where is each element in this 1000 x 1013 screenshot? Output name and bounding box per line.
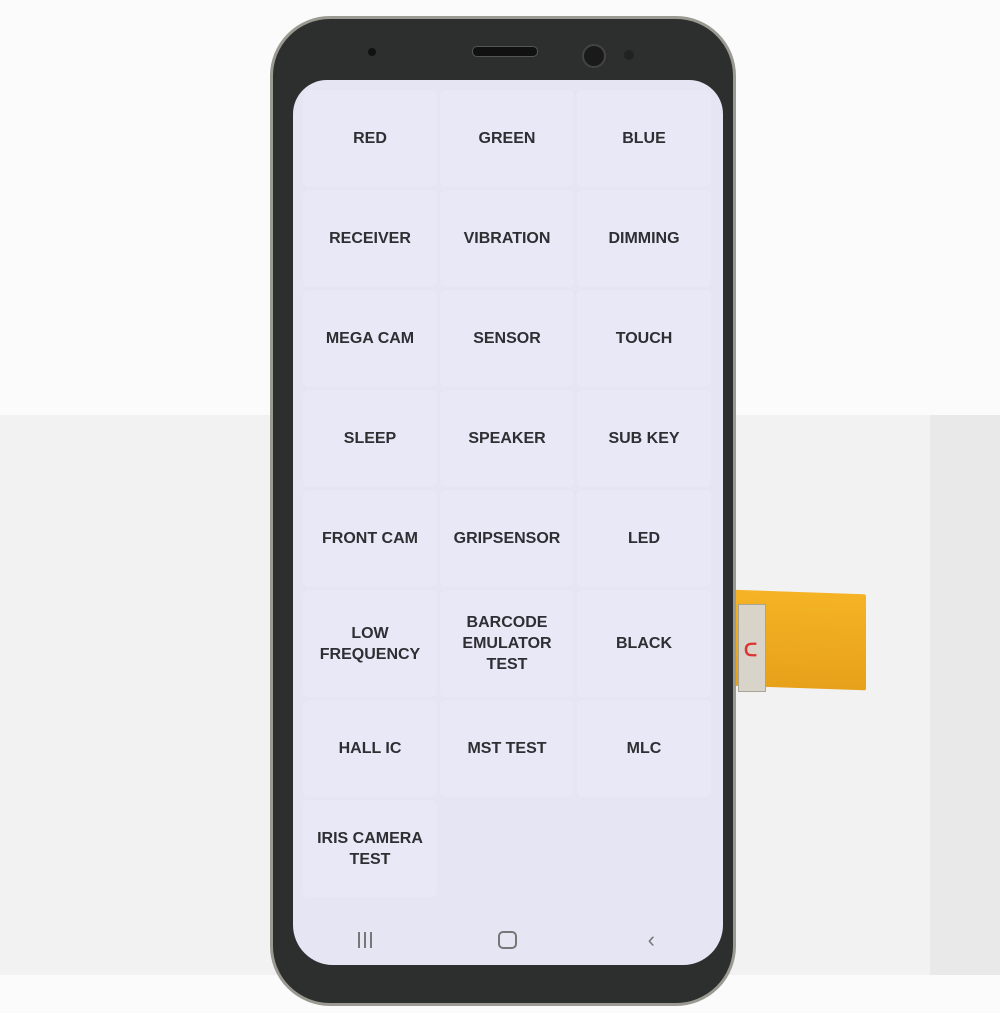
screen: RED GREEN BLUE RECEIVER VIBRATION DIMMING MEGA…	[293, 80, 723, 965]
test-tile-front-cam[interactable]: FRONT CAM	[303, 490, 437, 587]
test-tile-sleep[interactable]: SLEEP	[303, 390, 437, 487]
test-tile-sensor[interactable]: SENSOR	[440, 290, 574, 387]
test-tile-mega-cam[interactable]: MEGA CAM	[303, 290, 437, 387]
back-button[interactable]: ‹	[631, 925, 671, 955]
back-icon: ‹	[647, 927, 655, 952]
test-tile-black[interactable]: BLACK	[577, 590, 711, 697]
test-tile-dimming[interactable]: DIMMING	[577, 190, 711, 287]
test-tile-red[interactable]: RED	[303, 90, 437, 187]
home-icon	[498, 931, 518, 949]
test-tile-receiver[interactable]: RECEIVER	[303, 190, 437, 287]
test-tile-green[interactable]: GREEN	[440, 90, 574, 187]
background-box-side	[930, 415, 1000, 975]
test-tile-gripsensor[interactable]: GRIPSENSOR	[440, 490, 574, 587]
recents-icon	[357, 932, 372, 948]
test-tile-iris-camera-test[interactable]: IRIS CAMERA TEST	[303, 800, 437, 897]
iris-sensor	[624, 50, 634, 60]
front-camera	[582, 44, 606, 68]
test-tile-vibration[interactable]: VIBRATION	[440, 190, 574, 287]
navigation-bar: ‹	[293, 920, 723, 960]
recents-button[interactable]	[345, 925, 385, 955]
test-tile-barcode-emulator-test[interactable]: BARCODE EMULATOR TEST	[440, 590, 574, 697]
test-tile-mlc[interactable]: MLC	[577, 700, 711, 797]
test-tile-speaker[interactable]: SPEAKER	[440, 390, 574, 487]
proximity-sensor	[368, 48, 376, 56]
test-tile-low-frequency[interactable]: LOW FREQUENCY	[303, 590, 437, 697]
home-button[interactable]	[488, 925, 528, 955]
earpiece-speaker	[472, 46, 538, 57]
test-tile-touch[interactable]: TOUCH	[577, 290, 711, 387]
test-tile-blue[interactable]: BLUE	[577, 90, 711, 187]
test-tile-mst-test[interactable]: MST TEST	[440, 700, 574, 797]
test-menu-grid: RED GREEN BLUE RECEIVER VIBRATION DIMMING MEGA…	[303, 90, 713, 897]
test-tile-sub-key[interactable]: SUB KEY	[577, 390, 711, 487]
test-tile-led[interactable]: LED	[577, 490, 711, 587]
test-tile-hall-ic[interactable]: HALL IC	[303, 700, 437, 797]
cable-mark: ᑕ	[744, 640, 758, 660]
